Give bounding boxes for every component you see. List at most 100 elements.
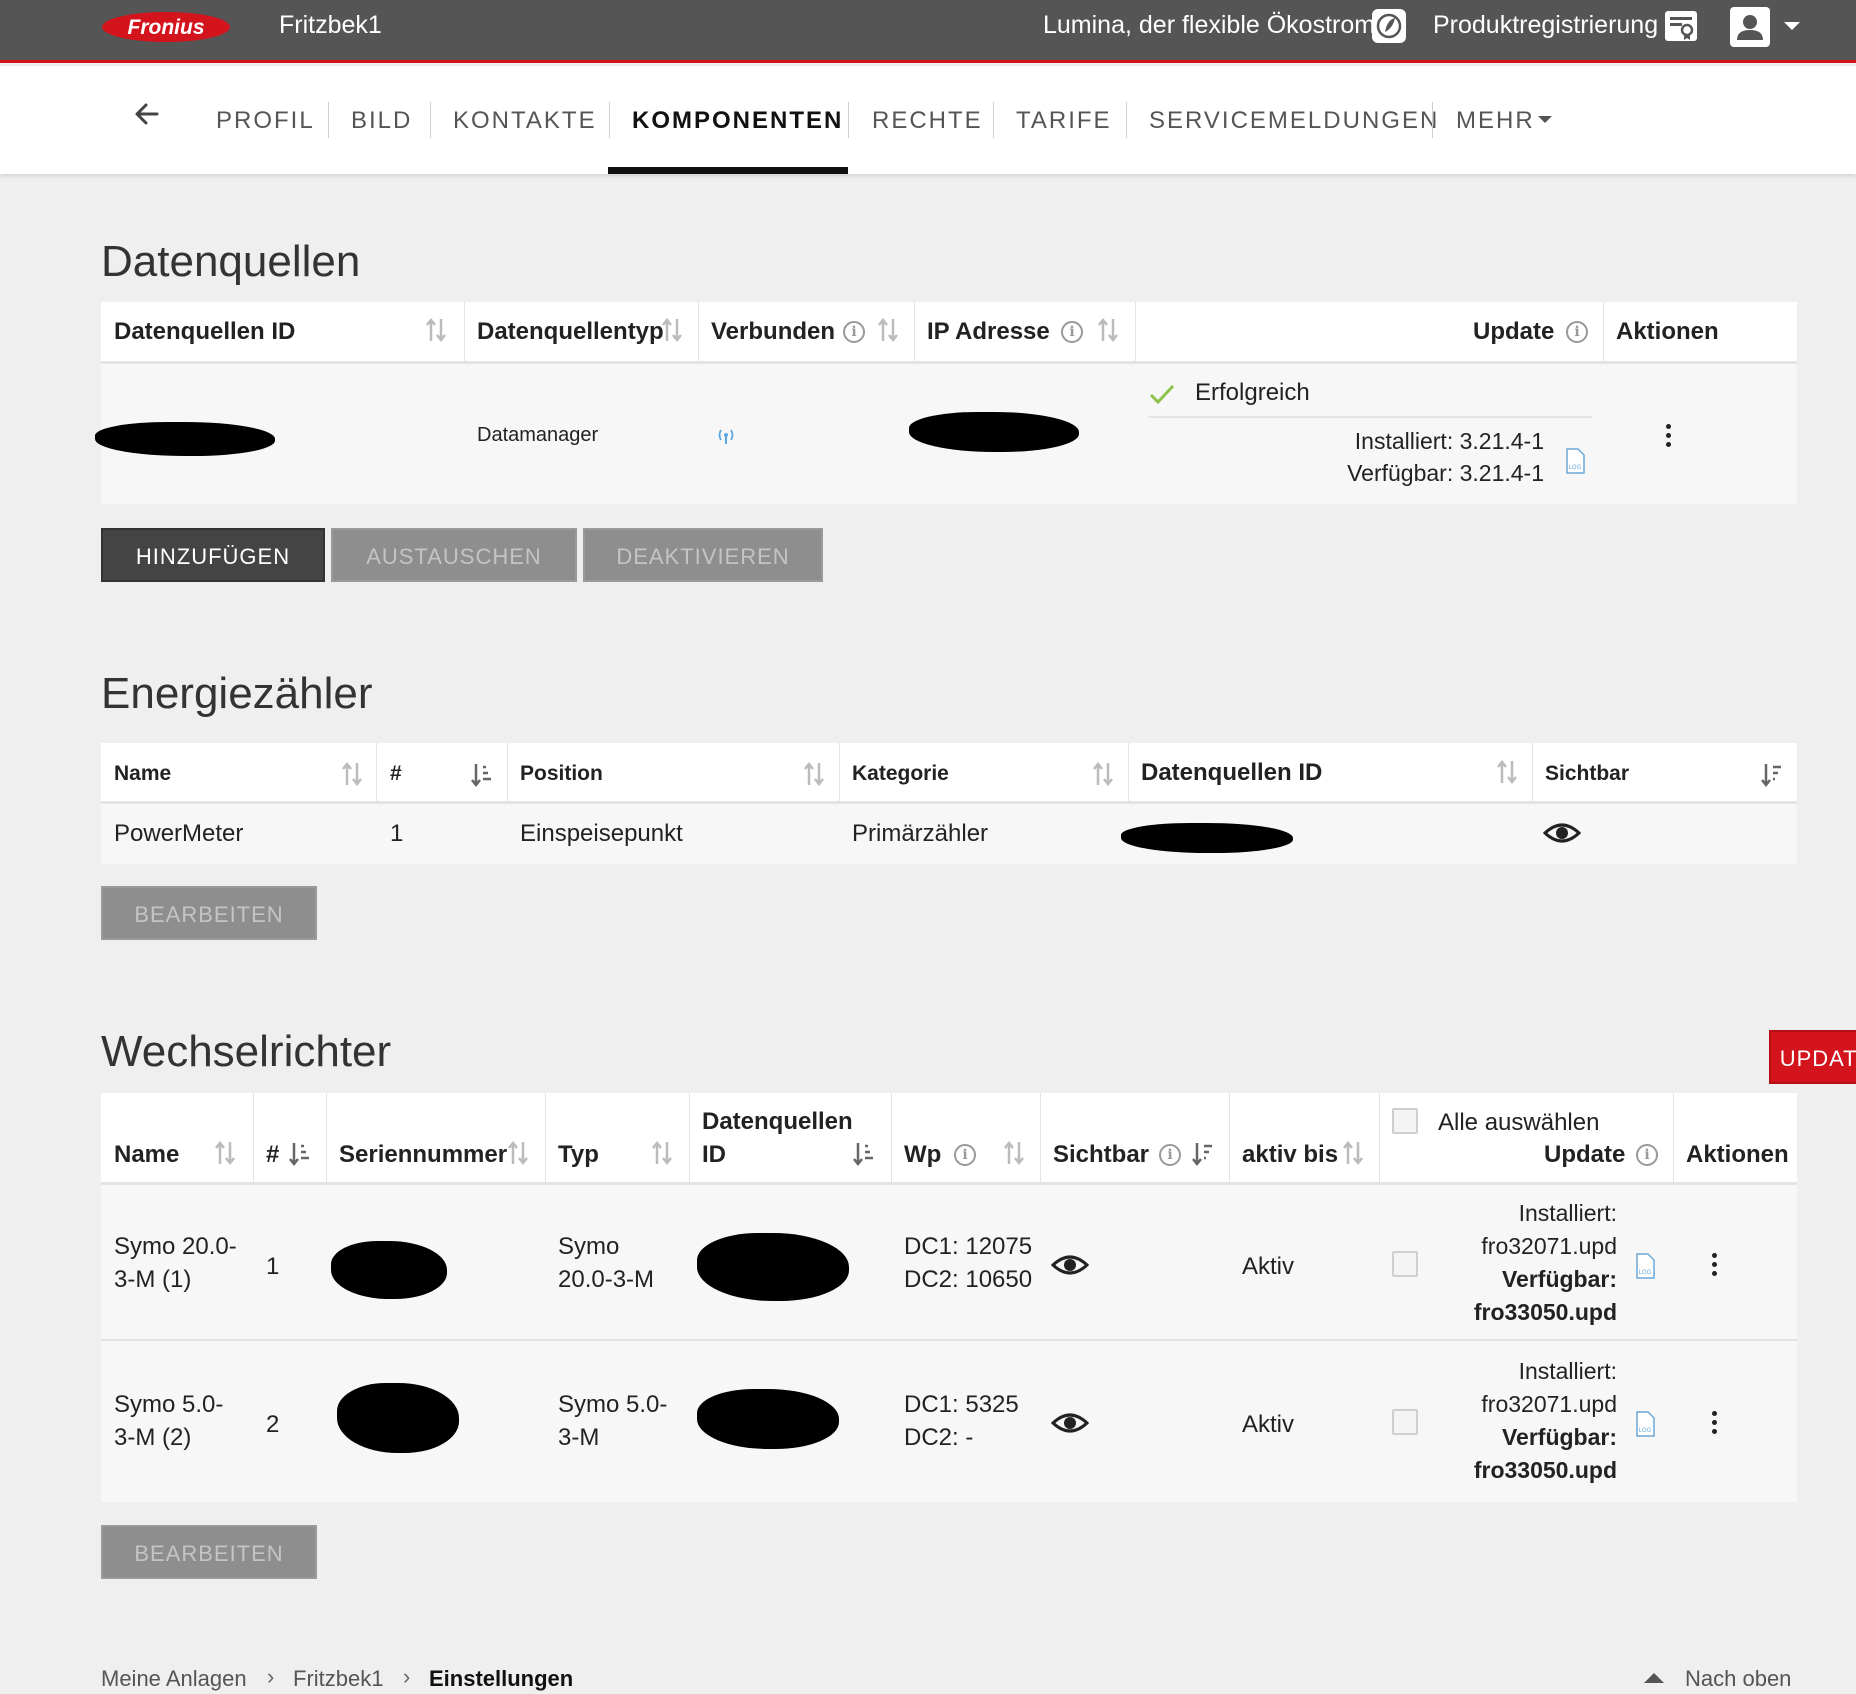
tab-komponenten[interactable]: KOMPONENTEN: [632, 106, 843, 136]
info-icon[interactable]: i: [1061, 321, 1083, 343]
back-to-top-link[interactable]: Nach oben: [1685, 1666, 1791, 1692]
fronius-logo[interactable]: Fronius: [101, 10, 231, 44]
tab-bild[interactable]: BILD: [351, 106, 412, 136]
tab-servicemeldungen[interactable]: SERVICEMELDUNGEN: [1149, 106, 1439, 136]
sort-icon[interactable]: [507, 1140, 529, 1166]
energiezaehler-table: Name # Position Kategorie Datenquellen I…: [101, 743, 1797, 864]
sort-icon[interactable]: [877, 317, 899, 343]
info-icon[interactable]: i: [1566, 321, 1588, 343]
sort-ascending-icon[interactable]: [289, 1140, 311, 1166]
sort-icon[interactable]: [1342, 1140, 1364, 1166]
available-file: fro33050.upd: [1473, 1299, 1617, 1325]
energiezaehler-title: Energiezähler: [101, 669, 373, 718]
visible-eye-icon[interactable]: [1051, 1253, 1089, 1277]
row-actions-menu-icon[interactable]: [1712, 1253, 1718, 1277]
deactivate-datasource-button[interactable]: DEAKTIVIEREN: [583, 528, 823, 582]
update-inverters-button[interactable]: UPDATE: [1769, 1030, 1856, 1084]
certificate-icon[interactable]: [1663, 8, 1699, 44]
breadcrumb-plant[interactable]: Fritzbek1: [293, 1666, 383, 1692]
replace-datasource-button[interactable]: AUSTAUSCHEN: [331, 528, 577, 582]
user-menu-button[interactable]: [1730, 7, 1770, 47]
col-header-datenquellen-id[interactable]: Datenquellen ID: [1141, 759, 1322, 787]
tab-rechte[interactable]: RECHTE: [872, 106, 983, 136]
col-header-aktionen: Aktionen: [1686, 1141, 1789, 1168]
svg-text:LOG: LOG: [1639, 1427, 1652, 1434]
sort-icon[interactable]: [661, 317, 683, 343]
tab-separator: [328, 102, 329, 138]
info-icon[interactable]: i: [1636, 1144, 1658, 1166]
col-header-id[interactable]: ID: [702, 1141, 726, 1169]
sort-icon[interactable]: [1097, 317, 1119, 343]
sort-icon[interactable]: [425, 317, 447, 343]
breadcrumb-meine-anlagen[interactable]: Meine Anlagen: [101, 1666, 247, 1692]
svg-text:LOG: LOG: [1569, 464, 1582, 471]
redacted-serial: [331, 1241, 447, 1299]
col-header-datenquellen[interactable]: Datenquellen: [702, 1108, 853, 1136]
sort-ascending-icon[interactable]: [853, 1140, 875, 1166]
col-header-number[interactable]: #: [266, 1141, 279, 1169]
product-registration-link[interactable]: Produktregistrierung: [1433, 10, 1658, 40]
inverter-type-line1: Symo: [558, 1233, 620, 1260]
sort-descending-icon[interactable]: [1192, 1140, 1214, 1166]
sort-icon[interactable]: [341, 761, 363, 787]
col-header-aktiv-bis[interactable]: aktiv bis: [1242, 1141, 1338, 1169]
edit-inverters-button[interactable]: BEARBEITEN: [101, 1525, 317, 1579]
log-file-icon[interactable]: LOG: [1635, 1253, 1655, 1279]
meter-position: Einspeisepunkt: [520, 820, 683, 847]
redacted-datasource-id: [697, 1233, 849, 1301]
visible-eye-icon[interactable]: [1051, 1411, 1089, 1435]
tab-mehr[interactable]: MEHR: [1456, 106, 1535, 136]
col-header-typ[interactable]: Typ: [558, 1141, 599, 1169]
col-header-kategorie[interactable]: Kategorie: [852, 762, 949, 786]
sort-icon[interactable]: [1003, 1140, 1025, 1166]
col-header-name[interactable]: Name: [114, 1141, 179, 1169]
col-header-ip-adresse[interactable]: IP Adresse: [927, 318, 1050, 346]
sort-descending-icon[interactable]: [1761, 761, 1783, 787]
add-datasource-button[interactable]: HINZUFÜGEN: [101, 528, 325, 582]
tab-kontakte[interactable]: KONTAKTE: [453, 106, 597, 136]
col-header-sichtbar[interactable]: Sichtbar: [1545, 762, 1629, 786]
log-file-icon[interactable]: LOG: [1565, 448, 1585, 474]
inverter-dc1: DC1: 5325: [904, 1391, 1019, 1418]
select-all-checkbox[interactable]: [1392, 1108, 1418, 1134]
col-header-update: Update: [1544, 1141, 1626, 1168]
sort-icon[interactable]: [651, 1140, 673, 1166]
visible-eye-icon[interactable]: [1543, 821, 1581, 845]
sort-ascending-icon[interactable]: [471, 761, 493, 787]
inverter-dc1: DC1: 12075: [904, 1233, 1033, 1260]
back-arrow-icon[interactable]: [131, 98, 163, 130]
col-header-name[interactable]: Name: [114, 762, 171, 786]
tab-profil[interactable]: PROFIL: [216, 106, 315, 136]
edit-meters-button[interactable]: BEARBEITEN: [101, 886, 317, 940]
col-header-sichtbar[interactable]: Sichtbar: [1053, 1141, 1149, 1169]
sort-icon[interactable]: [214, 1140, 236, 1166]
info-icon[interactable]: i: [954, 1144, 976, 1166]
col-header-wp[interactable]: Wp: [904, 1141, 941, 1169]
row-actions-menu-icon[interactable]: [1712, 1411, 1718, 1435]
col-header-datenquellen-id[interactable]: Datenquellen ID: [114, 318, 295, 346]
log-file-icon[interactable]: LOG: [1635, 1411, 1655, 1437]
tab-tarife[interactable]: TARIFE: [1016, 106, 1112, 136]
lumina-link[interactable]: Lumina, der flexible Ökostrom: [1043, 10, 1375, 40]
info-icon[interactable]: i: [1159, 1144, 1181, 1166]
mehr-caret-icon[interactable]: [1538, 116, 1552, 123]
arrow-up-icon[interactable]: [1644, 1673, 1664, 1683]
col-header-number[interactable]: #: [390, 762, 402, 786]
sort-icon[interactable]: [1496, 759, 1518, 785]
installed-label: Installiert:: [1518, 1358, 1617, 1384]
info-icon[interactable]: i: [843, 321, 865, 343]
col-header-position[interactable]: Position: [520, 762, 603, 786]
lumina-icon[interactable]: [1371, 8, 1407, 44]
datenquellen-table: Datenquellen ID Datenquellentyp Verbunde…: [95, 302, 1797, 504]
sort-icon[interactable]: [803, 761, 825, 787]
row-actions-menu-icon[interactable]: [1666, 424, 1672, 448]
select-all-label[interactable]: Alle auswählen: [1438, 1109, 1599, 1137]
breadcrumb-current: Einstellungen: [429, 1666, 574, 1691]
col-header-seriennummer[interactable]: Seriennummer: [339, 1141, 507, 1169]
plant-name[interactable]: Fritzbek1: [279, 10, 382, 40]
user-menu-caret-icon[interactable]: [1784, 22, 1800, 30]
col-header-verbunden[interactable]: Verbunden: [711, 318, 835, 346]
col-header-datenquellentyp[interactable]: Datenquellentyp: [477, 318, 664, 346]
sort-icon[interactable]: [1092, 761, 1114, 787]
inverter-active-until: Aktiv: [1242, 1411, 1295, 1438]
